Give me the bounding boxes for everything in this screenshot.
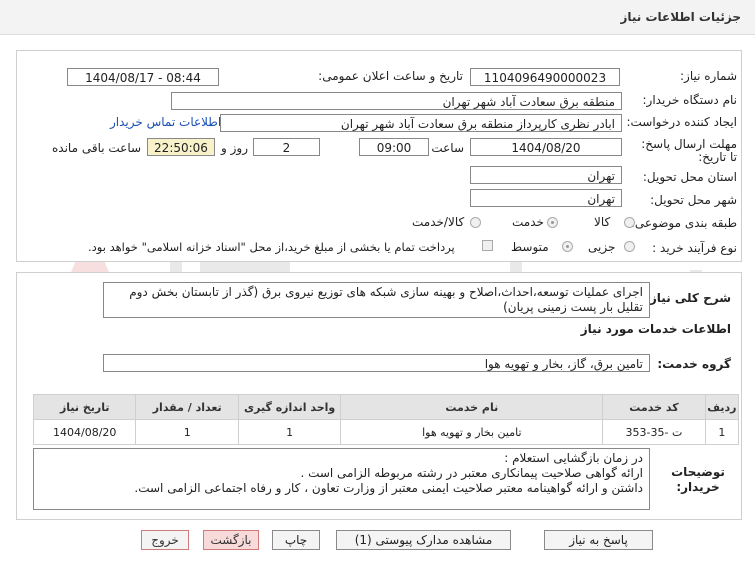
col-header-code: کد خدمت [602,394,706,420]
category-radio-both[interactable] [470,217,481,228]
buyer-note-line: داشتن و ارائه گواهینامه معتبر صلاحیت ایم… [134,481,643,495]
category-radio-service[interactable] [547,217,558,228]
days-field[interactable]: 2 [253,138,320,156]
print-button[interactable]: چاپ [272,530,320,550]
reply-button[interactable]: پاسخ به نیاز [544,530,653,550]
process-option-minor: جزیی [588,240,616,254]
summary-textarea[interactable]: اجرای عملیات توسعه،احداث،اصلاح و بهینه س… [103,282,650,318]
buyer-note-line: ارائه گواهی صلاحیت پیمانکاری معتبر در رش… [300,466,643,480]
buyer-notes-label: توضیحات خریدار: [671,465,725,494]
need-number-field[interactable]: 1104096490000023 [470,68,620,86]
exit-button[interactable]: خروج [141,530,189,550]
process-label: نوع فرآیند خرید : [652,241,737,255]
deadline-time-field[interactable]: 09:00 [359,138,429,156]
col-header-unit: واحد اندازه گیری [237,394,342,420]
city-label: شهر محل تحویل: [650,193,737,207]
table-row: 1 ت -35-353 تامین بخار و تهویه هوا 1 1 1… [32,419,740,445]
hour-label: ساعت [431,141,464,155]
deadline-date-field[interactable]: 1404/08/20 [470,138,622,156]
category-option-both: کالا/خدمت [412,215,465,229]
treasury-payment-note: پرداخت تمام یا بخشی از مبلغ خرید،از محل … [88,240,455,254]
service-group-label: گروه خدمت: [657,357,731,371]
col-header-row: ردیف [704,394,740,420]
services-heading: اطلاعات خدمات مورد نیاز [580,322,731,336]
need-number-label: شماره نیاز: [680,69,737,83]
service-group-field[interactable]: تامین برق، گاز، بخار و تهویه هوا [103,354,650,372]
process-radio-medium[interactable] [562,241,573,252]
summary-label: شرح کلی نیاز: [645,291,731,305]
services-table: ردیف کد خدمت نام خدمت واحد اندازه گیری ت… [32,394,740,445]
province-label: استان محل تحویل: [642,170,737,184]
treasury-payment-checkbox[interactable] [482,240,493,251]
back-button[interactable]: بازگشت [203,530,259,550]
cell-code: ت -35-353 [602,419,706,445]
creator-label: ایجاد کننده درخواست: [626,115,737,129]
table-header-row: ردیف کد خدمت نام خدمت واحد اندازه گیری ت… [32,394,740,420]
buyer-field[interactable]: منطقه برق سعادت آباد شهر تهران [171,92,622,110]
remaining-label: ساعت باقی مانده [52,141,142,155]
cell-name: تامین بخار و تهویه هوا [340,419,604,445]
cell-date: 1404/08/20 [32,419,137,445]
category-label: طبقه بندی موضوعی: [630,216,737,230]
col-header-name: نام خدمت [340,394,604,420]
city-field[interactable]: تهران [470,189,622,207]
process-radio-minor[interactable] [624,241,635,252]
days-label: روز و [221,141,248,155]
cell-row: 1 [704,419,740,445]
col-header-date: تاریخ نیاز [32,394,137,420]
category-radio-goods[interactable] [624,217,635,228]
page-title: جزئیات اطلاعات نیاز [620,10,741,24]
process-option-medium: متوسط [511,240,549,254]
creator-field[interactable]: ابادر نظری کارپرداز منطقه برق سعادت آباد… [220,114,622,132]
buyer-label: نام دستگاه خریدار: [642,93,738,107]
attachments-button[interactable]: مشاهده مدارک پیوستی (1) [336,530,511,550]
buyer-note-line: در زمان بازگشایی استعلام : [504,451,643,465]
category-option-service: خدمت [512,215,544,229]
buyer-contact-link[interactable]: اطلاعات تماس خریدار [110,115,221,129]
buyer-notes-textarea[interactable]: در زمان بازگشایی استعلام : ارائه گواهی ص… [33,448,650,510]
remaining-time-field: 22:50:06 [147,138,215,156]
announce-label: تاریخ و ساعت اعلان عمومی: [318,69,463,83]
cell-quantity: 1 [135,419,239,445]
announce-field[interactable]: 1404/08/17 - 08:44 [67,68,219,86]
deadline-label: مهلت ارسال پاسخ: تا تاریخ: [641,137,737,164]
cell-unit: 1 [237,419,342,445]
category-option-goods: کالا [594,215,611,229]
province-field[interactable]: تهران [470,166,622,184]
col-header-quantity: تعداد / مقدار [135,394,239,420]
